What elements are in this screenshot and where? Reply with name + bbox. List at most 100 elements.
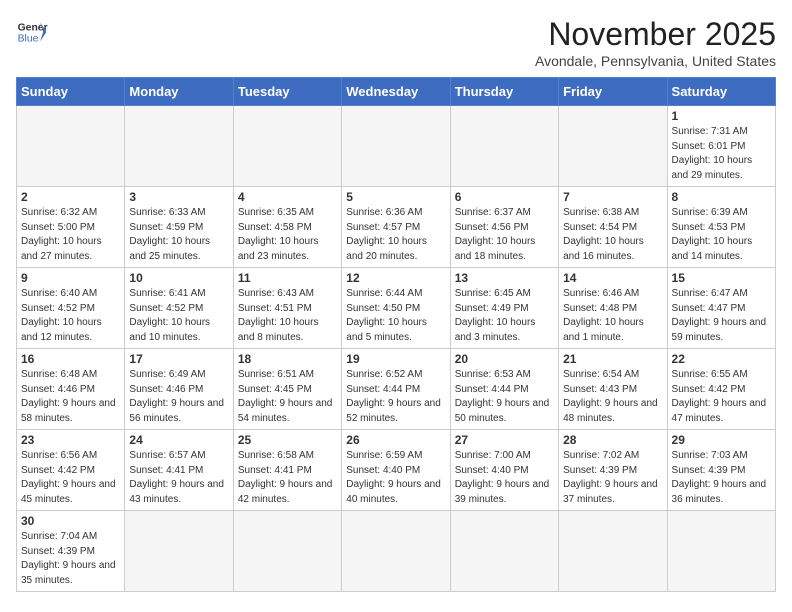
day-info: Sunrise: 6:36 AM Sunset: 4:57 PM Dayligh… (346, 206, 445, 264)
logo-icon: General Blue (16, 16, 48, 48)
calendar-day-cell: 15 Sunrise: 6:47 AM Sunset: 4:47 PM Dayli… (667, 268, 775, 349)
calendar-day-cell (342, 511, 450, 592)
calendar-day-cell: 20Sunrise: 6:53 AM Sunset: 4:44 PM Dayli… (450, 349, 558, 430)
svg-text:Blue: Blue (18, 34, 39, 45)
day-number: 1 (672, 109, 771, 123)
calendar-day-cell (125, 511, 233, 592)
day-number: 3 (129, 190, 228, 204)
month-title: November 2025 (535, 16, 776, 53)
day-number: 21 (563, 352, 662, 366)
calendar-week-row: 2Sunrise: 6:32 AM Sunset: 5:00 PM Daylig… (17, 187, 776, 268)
calendar-week-row: 30Sunrise: 7:04 AM Sunset: 4:39 PM Dayli… (17, 511, 776, 592)
day-number: 14 (563, 271, 662, 285)
calendar-day-cell: 22 Sunrise: 6:55 AM Sunset: 4:42 PM Dayli… (667, 349, 775, 430)
day-info: Sunrise: 6:43 AM Sunset: 4:51 PM Dayligh… (238, 287, 337, 345)
calendar-day-cell (559, 106, 667, 187)
calendar-day-cell: 17 Sunrise: 6:49 AM Sunset: 4:46 PM Dayli… (125, 349, 233, 430)
weekday-header-cell: Saturday (667, 78, 775, 106)
calendar-day-cell: 25Sunrise: 6:58 AM Sunset: 4:41 PM Dayli… (233, 430, 341, 511)
calendar-day-cell: 10Sunrise: 6:41 AM Sunset: 4:52 PM Dayli… (125, 268, 233, 349)
day-info: Sunrise: 7:02 AM Sunset: 4:39 PM Dayligh… (563, 449, 662, 507)
calendar-day-cell (233, 106, 341, 187)
day-number: 5 (346, 190, 445, 204)
calendar-day-cell (342, 106, 450, 187)
day-number: 2 (21, 190, 120, 204)
calendar-day-cell: 11 Sunrise: 6:43 AM Sunset: 4:51 PM Dayli… (233, 268, 341, 349)
day-number: 30 (21, 514, 120, 528)
calendar-day-cell: 3 Sunrise: 6:33 AM Sunset: 4:59 PM Daylig… (125, 187, 233, 268)
day-number: 15 (672, 271, 771, 285)
calendar-day-cell: 14 Sunrise: 6:46 AM Sunset: 4:48 PM Dayli… (559, 268, 667, 349)
title-area: November 2025 Avondale, Pennsylvania, Un… (535, 16, 776, 69)
calendar-day-cell: 18 Sunrise: 6:51 AM Sunset: 4:45 PM Dayli… (233, 349, 341, 430)
day-info: Sunrise: 7:03 AM Sunset: 4:39 PM Dayligh… (672, 449, 771, 507)
calendar-day-cell: 7 Sunrise: 6:38 AM Sunset: 4:54 PM Daylig… (559, 187, 667, 268)
day-info: Sunrise: 6:49 AM Sunset: 4:46 PM Dayligh… (129, 368, 228, 426)
calendar-day-cell (450, 106, 558, 187)
day-number: 7 (563, 190, 662, 204)
day-info: Sunrise: 6:47 AM Sunset: 4:47 PM Dayligh… (672, 287, 771, 345)
weekday-header-row: SundayMondayTuesdayWednesdayThursdayFrid… (17, 78, 776, 106)
day-info: Sunrise: 6:38 AM Sunset: 4:54 PM Dayligh… (563, 206, 662, 264)
day-number: 13 (455, 271, 554, 285)
day-info: Sunrise: 6:56 AM Sunset: 4:42 PM Dayligh… (21, 449, 120, 507)
calendar-day-cell: 27Sunrise: 7:00 AM Sunset: 4:40 PM Dayli… (450, 430, 558, 511)
weekday-header-cell: Monday (125, 78, 233, 106)
day-number: 18 (238, 352, 337, 366)
calendar-day-cell: 30Sunrise: 7:04 AM Sunset: 4:39 PM Dayli… (17, 511, 125, 592)
calendar-day-cell: 19 Sunrise: 6:52 AM Sunset: 4:44 PM Dayli… (342, 349, 450, 430)
day-info: Sunrise: 6:39 AM Sunset: 4:53 PM Dayligh… (672, 206, 771, 264)
day-number: 19 (346, 352, 445, 366)
calendar-body: 1 Sunrise: 7:31 AM Sunset: 6:01 PM Daylig… (17, 106, 776, 592)
day-info: Sunrise: 6:33 AM Sunset: 4:59 PM Dayligh… (129, 206, 228, 264)
calendar-day-cell: 26Sunrise: 6:59 AM Sunset: 4:40 PM Dayli… (342, 430, 450, 511)
weekday-header-cell: Wednesday (342, 78, 450, 106)
calendar-day-cell (667, 511, 775, 592)
day-number: 29 (672, 433, 771, 447)
day-info: Sunrise: 6:58 AM Sunset: 4:41 PM Dayligh… (238, 449, 337, 507)
day-number: 4 (238, 190, 337, 204)
day-number: 17 (129, 352, 228, 366)
day-number: 12 (346, 271, 445, 285)
calendar-day-cell: 5 Sunrise: 6:36 AM Sunset: 4:57 PM Daylig… (342, 187, 450, 268)
location-title: Avondale, Pennsylvania, United States (535, 53, 776, 69)
day-info: Sunrise: 6:53 AM Sunset: 4:44 PM Dayligh… (455, 368, 554, 426)
calendar-table: SundayMondayTuesdayWednesdayThursdayFrid… (16, 77, 776, 592)
day-number: 11 (238, 271, 337, 285)
day-info: Sunrise: 6:54 AM Sunset: 4:43 PM Dayligh… (563, 368, 662, 426)
calendar-week-row: 16Sunrise: 6:48 AM Sunset: 4:46 PM Dayli… (17, 349, 776, 430)
day-info: Sunrise: 6:52 AM Sunset: 4:44 PM Dayligh… (346, 368, 445, 426)
calendar-day-cell: 13Sunrise: 6:45 AM Sunset: 4:49 PM Dayli… (450, 268, 558, 349)
calendar-day-cell (17, 106, 125, 187)
day-info: Sunrise: 6:37 AM Sunset: 4:56 PM Dayligh… (455, 206, 554, 264)
calendar-day-cell: 12Sunrise: 6:44 AM Sunset: 4:50 PM Dayli… (342, 268, 450, 349)
day-info: Sunrise: 7:31 AM Sunset: 6:01 PM Dayligh… (672, 125, 771, 183)
day-info: Sunrise: 6:35 AM Sunset: 4:58 PM Dayligh… (238, 206, 337, 264)
calendar-day-cell (559, 511, 667, 592)
day-info: Sunrise: 6:55 AM Sunset: 4:42 PM Dayligh… (672, 368, 771, 426)
day-info: Sunrise: 6:51 AM Sunset: 4:45 PM Dayligh… (238, 368, 337, 426)
calendar-day-cell: 1 Sunrise: 7:31 AM Sunset: 6:01 PM Daylig… (667, 106, 775, 187)
day-number: 8 (672, 190, 771, 204)
weekday-header-cell: Thursday (450, 78, 558, 106)
day-number: 23 (21, 433, 120, 447)
calendar-week-row: 23 Sunrise: 6:56 AM Sunset: 4:42 PM Dayli… (17, 430, 776, 511)
calendar-day-cell (233, 511, 341, 592)
weekday-header-cell: Friday (559, 78, 667, 106)
day-info: Sunrise: 6:59 AM Sunset: 4:40 PM Dayligh… (346, 449, 445, 507)
day-number: 22 (672, 352, 771, 366)
header: General Blue November 2025 Avondale, Pen… (16, 16, 776, 69)
calendar-day-cell: 24Sunrise: 6:57 AM Sunset: 4:41 PM Dayli… (125, 430, 233, 511)
calendar-day-cell: 28 Sunrise: 7:02 AM Sunset: 4:39 PM Dayli… (559, 430, 667, 511)
calendar-day-cell (125, 106, 233, 187)
calendar-day-cell: 16Sunrise: 6:48 AM Sunset: 4:46 PM Dayli… (17, 349, 125, 430)
calendar-day-cell: 6 Sunrise: 6:37 AM Sunset: 4:56 PM Daylig… (450, 187, 558, 268)
day-number: 10 (129, 271, 228, 285)
day-info: Sunrise: 7:00 AM Sunset: 4:40 PM Dayligh… (455, 449, 554, 507)
calendar-day-cell (450, 511, 558, 592)
day-info: Sunrise: 6:46 AM Sunset: 4:48 PM Dayligh… (563, 287, 662, 345)
day-number: 28 (563, 433, 662, 447)
calendar-day-cell: 2Sunrise: 6:32 AM Sunset: 5:00 PM Daylig… (17, 187, 125, 268)
calendar-day-cell: 9Sunrise: 6:40 AM Sunset: 4:52 PM Daylig… (17, 268, 125, 349)
day-number: 6 (455, 190, 554, 204)
